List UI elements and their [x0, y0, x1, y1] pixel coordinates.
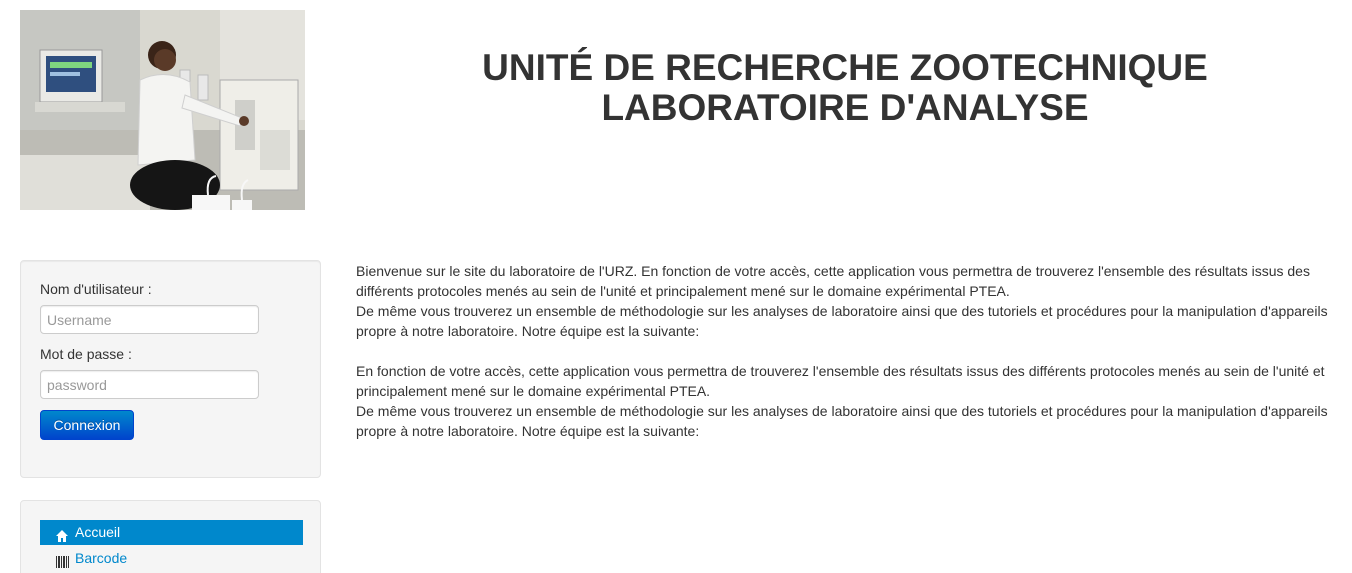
- lab-photo: [20, 10, 305, 210]
- home-icon: [55, 526, 69, 542]
- second-paragraph-line-2: De même vous trouverez un ensemble de mé…: [356, 403, 1328, 439]
- nav-item-label: Accueil: [75, 524, 121, 540]
- username-label: Nom d'utilisateur :: [40, 281, 152, 297]
- welcome-text: Bienvenue sur le site du laboratoire de …: [356, 261, 1336, 441]
- nav-item-label: Barcode: [75, 550, 128, 566]
- password-label: Mot de passe :: [40, 346, 132, 362]
- title-line-2: LABORATOIRE D'ANALYSE: [601, 87, 1089, 128]
- nav-item-accueil[interactable]: Accueil: [40, 520, 303, 545]
- nav-item-barcode[interactable]: Barcode: [40, 546, 303, 571]
- page-title: UNITÉ DE RECHERCHE ZOOTECHNIQUE LABORATO…: [340, 48, 1350, 128]
- login-button[interactable]: Connexion: [40, 410, 134, 440]
- password-input[interactable]: [40, 370, 259, 399]
- barcode-icon: [55, 552, 69, 568]
- intro-paragraph-line-2: De même vous trouverez un ensemble de mé…: [356, 303, 1328, 339]
- username-input[interactable]: [40, 305, 259, 334]
- title-line-1: UNITÉ DE RECHERCHE ZOOTECHNIQUE: [482, 47, 1208, 88]
- second-paragraph-line-1: En fonction de votre accès, cette applic…: [356, 363, 1325, 399]
- page: UNITÉ DE RECHERCHE ZOOTECHNIQUE LABORATO…: [0, 0, 1352, 573]
- login-form: Nom d'utilisateur : Mot de passe : Conne…: [20, 260, 321, 478]
- intro-paragraph-line-1: Bienvenue sur le site du laboratoire de …: [356, 263, 1310, 299]
- sidebar-nav: Accueil Barcode: [20, 500, 321, 573]
